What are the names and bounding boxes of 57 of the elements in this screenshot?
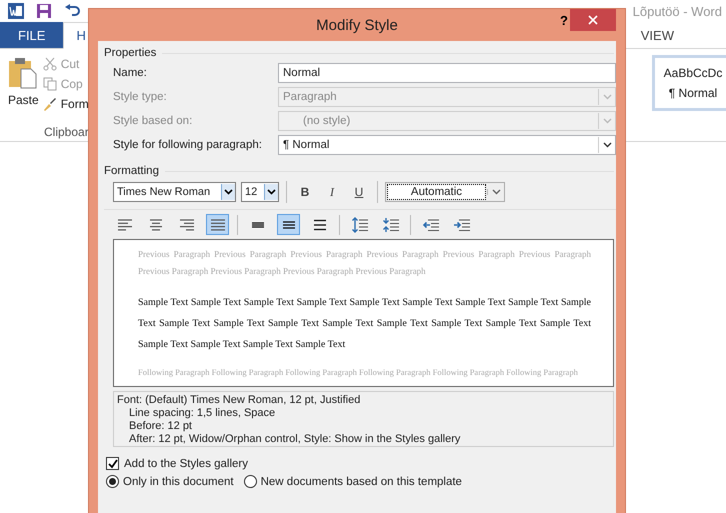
align-center-icon <box>148 218 164 232</box>
caret-icon <box>602 142 612 148</box>
ribbon-tab[interactable]: FILE <box>0 22 64 48</box>
section-heading: Formatting <box>104 165 159 177</box>
checkbox-label[interactable]: Add to the Styles gallery <box>124 458 248 470</box>
clipboard-icon[interactable] <box>8 57 38 89</box>
dialog-title: Modify Style <box>316 16 398 34</box>
close-icon <box>588 15 598 25</box>
outdent-icon <box>422 218 440 232</box>
radio-label[interactable]: Only in this document <box>123 476 234 488</box>
caret-icon <box>602 118 612 124</box>
field-label: Style for following paragraph: <box>113 139 263 151</box>
size-dropdown[interactable]: 12 <box>241 182 279 202</box>
field-label: Style based on: <box>113 115 194 127</box>
caret-icon <box>492 189 500 195</box>
previous-paragraph-text: Previous Paragraph Previous Paragraph Previous Paragraph Previous Paragraph Previous Paragraph Previous Paragraph Previous Paragraph Previous Paragraph Previous Paragraph Previous Paragraph <box>138 248 591 278</box>
caret-icon <box>224 189 233 195</box>
description-box: Font: (Default) Times New Roman, 12 pt, Justified Line spacing: 1,5 lines, Space Before: 12 pt After: 12 pt, Widow/Orphan control, Style: Show in the Styles gallery <box>113 391 614 447</box>
increase-spacing-icon <box>350 216 368 232</box>
radio-button[interactable] <box>244 475 257 488</box>
sample-text: Sample Text Sample Text Sample Text Sample Text Sample Text Sample Text Sample Text Sample Text Sample Text Sample Text Sample Text Sample Text Sample Text Sample Text Sample Text Sample Text Sample Text Sample Text Sample Text Sample Text Sample Text <box>138 296 591 352</box>
brush-icon[interactable] <box>42 97 57 111</box>
checkbox[interactable] <box>106 457 119 470</box>
line-spacing-icon <box>312 218 328 232</box>
font-dropdown[interactable]: Times New Roman <box>113 182 236 202</box>
following-paragraph-text: Following Paragraph Following Paragraph Following Paragraph Following Paragraph Following Paragraph Following Paragraph <box>138 367 579 377</box>
paste-label[interactable]: Paste <box>8 93 39 107</box>
caret-icon <box>602 94 612 100</box>
window-title: Lõputöö - Word <box>632 4 722 18</box>
caret-icon <box>267 189 276 195</box>
italic-button[interactable]: I <box>321 184 343 200</box>
format-painter-label[interactable]: Form <box>60 97 89 111</box>
decrease-spacing-icon <box>382 216 400 232</box>
field-label: Name: <box>113 67 148 79</box>
style-gallery-item[interactable]: AaBbCcDc ¶ Normal <box>652 55 726 111</box>
color-dropdown[interactable]: Automatic <box>385 182 505 202</box>
justify-button[interactable] <box>206 214 229 235</box>
radio-button[interactable] <box>106 475 119 488</box>
close-button[interactable] <box>570 9 616 31</box>
indent-icon <box>452 218 470 232</box>
name-field[interactable]: Normal <box>278 63 616 83</box>
undo-icon[interactable] <box>64 3 82 19</box>
radio-label[interactable]: New documents based on this template <box>260 476 462 488</box>
justify-icon <box>210 218 226 232</box>
bold-button[interactable]: B <box>294 185 316 199</box>
underline-button[interactable]: U <box>348 185 370 199</box>
word-logo-icon[interactable] <box>8 3 24 19</box>
dropdown-field[interactable]: ¶ Normal <box>278 135 616 155</box>
save-icon[interactable] <box>36 3 52 19</box>
help-button[interactable]: ? <box>560 13 568 28</box>
ribbon-tab[interactable]: VIEW <box>634 22 680 48</box>
onehalf-button[interactable] <box>277 214 300 235</box>
align-right-icon <box>178 218 194 232</box>
section-heading: Properties <box>104 47 156 59</box>
align-left-icon <box>116 218 132 232</box>
field-label: Style type: <box>113 91 168 103</box>
group-label: Clipboar <box>44 125 89 139</box>
